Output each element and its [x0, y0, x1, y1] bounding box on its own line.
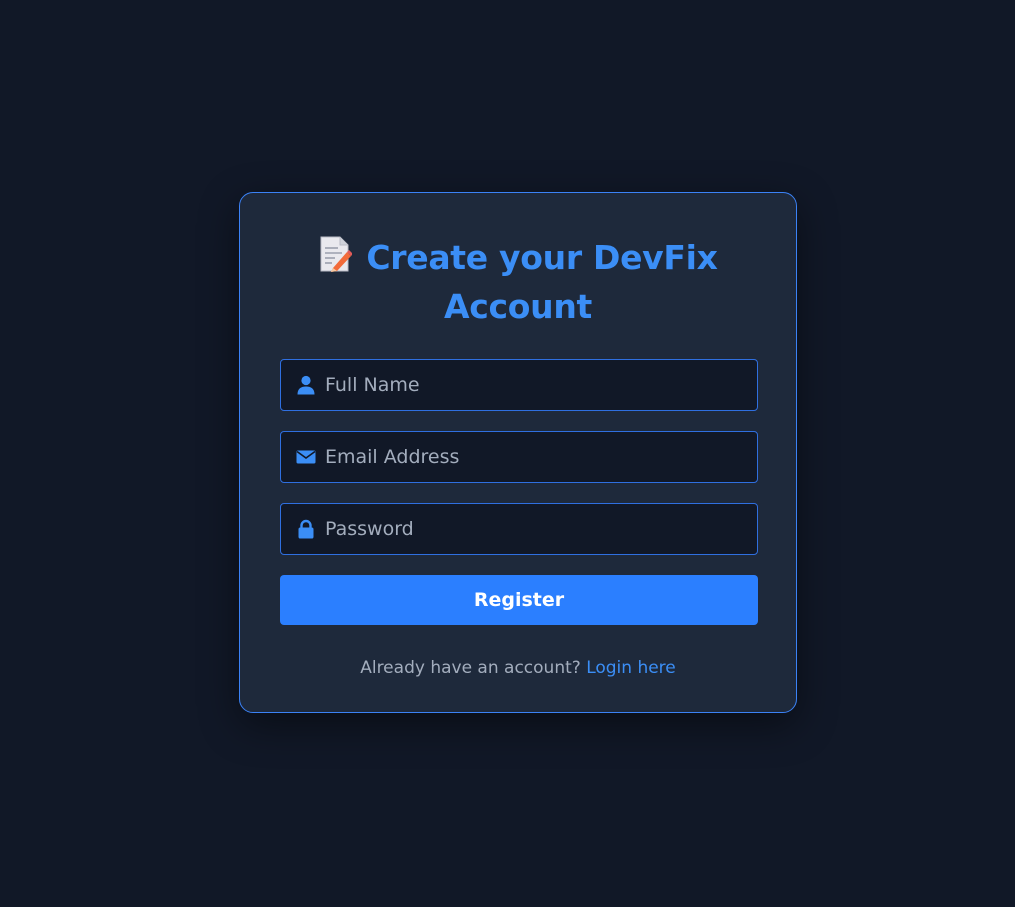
page-title: Create your DevFix Account [280, 235, 756, 329]
login-prompt-text: Already have an account? [360, 658, 581, 678]
login-link[interactable]: Login here [586, 658, 676, 678]
email-input[interactable] [325, 432, 745, 482]
full-name-input[interactable] [325, 360, 745, 410]
email-field[interactable] [280, 431, 758, 483]
page-title-text: Create your DevFix Account [366, 238, 718, 326]
register-form: Register [280, 359, 758, 625]
full-name-field[interactable] [280, 359, 758, 411]
register-card: Create your DevFix Account Full Name Ema… [239, 192, 797, 713]
user-icon [296, 375, 316, 395]
memo-icon [318, 235, 354, 284]
envelope-icon [296, 447, 316, 467]
login-prompt: Already have an account? Login here [280, 658, 756, 678]
page: Create your DevFix Account Full Name Ema… [0, 0, 1015, 907]
password-field[interactable] [280, 503, 758, 555]
lock-icon [296, 519, 316, 539]
register-button[interactable]: Register [280, 575, 758, 625]
password-input[interactable] [325, 504, 745, 554]
